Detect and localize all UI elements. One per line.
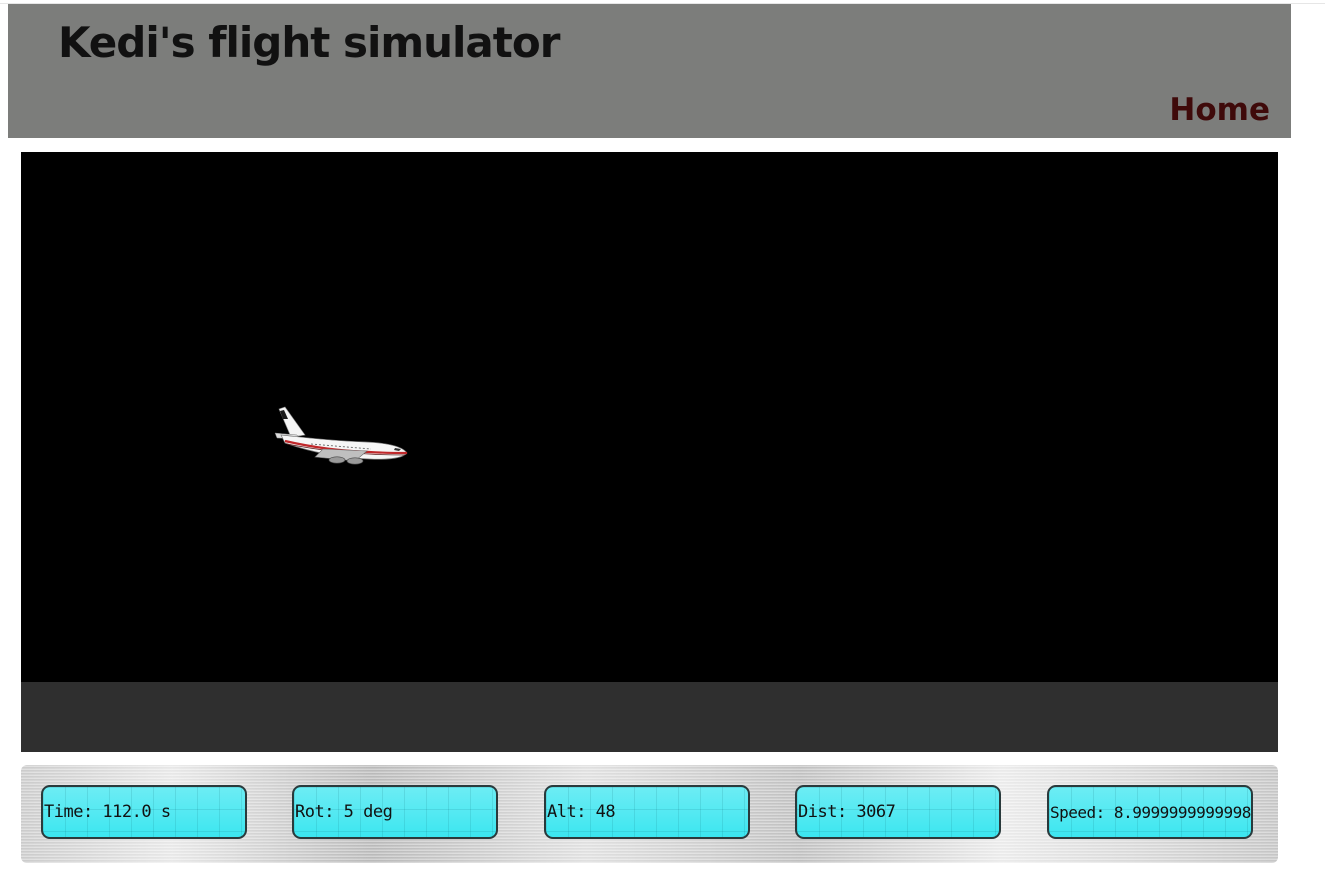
speed-readout: Speed: 8.9999999999998 [1050,802,1251,822]
airliner-icon [274,406,408,465]
instrument-panel: Time: 112.0 s Rot: 5 deg Alt: 48 Dist: 3… [21,765,1278,863]
time-gauge: Time: 112.0 s [41,785,247,839]
site-title: Kedi's flight simulator [58,18,560,67]
altitude-gauge: Alt: 48 [544,785,750,839]
rotation-readout: Rot: 5 deg [295,802,393,822]
site-header: Kedi's flight simulator Home [8,4,1291,138]
altitude-readout: Alt: 48 [547,802,616,822]
nav-home-link[interactable]: Home [1169,90,1270,130]
rotation-gauge: Rot: 5 deg [292,785,498,839]
speed-gauge: Speed: 8.9999999999998 [1047,785,1253,839]
distance-readout: Dist: 3067 [798,802,896,822]
time-readout: Time: 112.0 s [44,802,171,822]
distance-gauge: Dist: 3067 [795,785,1001,839]
ground-strip [21,682,1278,752]
flight-viewport[interactable] [21,152,1278,682]
